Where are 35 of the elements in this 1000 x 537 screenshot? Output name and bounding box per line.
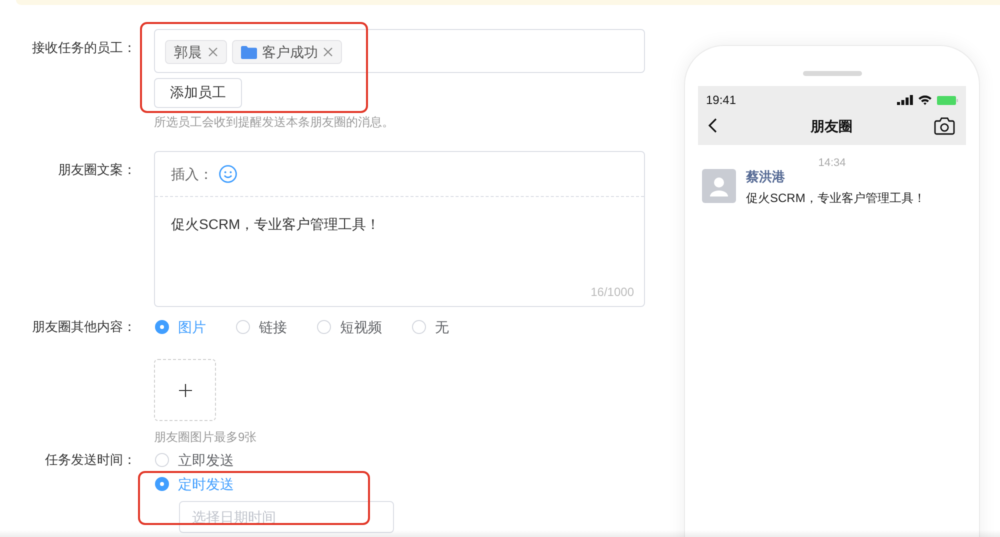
avatar-icon	[702, 169, 736, 203]
screen-title: 朋友圈	[810, 116, 852, 136]
post-text: 促火SCRM，专业客户管理工具！	[746, 190, 926, 206]
post-time: 14:34	[818, 157, 846, 170]
hint-text: 朋友圈图片最多9张	[154, 429, 257, 445]
field-label: 朋友圈文案：	[57, 161, 136, 179]
radio-option[interactable]: 链接	[236, 317, 287, 337]
battery-icon	[937, 96, 958, 104]
upload-tile[interactable]	[154, 359, 216, 421]
tag-text: 客户成功	[262, 43, 318, 62]
field-label: 接收任务的员工：	[31, 39, 136, 57]
author-name[interactable]: 蔡洪港	[746, 169, 785, 185]
insert-label: 插入：	[171, 165, 213, 184]
speaker-slot-icon	[802, 71, 862, 76]
radio-option[interactable]: 短视频	[317, 317, 382, 337]
add-employee-button[interactable]: 添加员工	[154, 78, 242, 108]
radio-option[interactable]: 无	[412, 317, 449, 337]
radio-option[interactable]: 立即发送	[155, 450, 234, 470]
char-counter: 16/1000	[590, 284, 635, 301]
plus-icon	[178, 384, 192, 396]
copy-text-field[interactable]: 促火SCRM，专业客户管理工具！	[155, 197, 644, 284]
folder-icon	[241, 46, 257, 58]
signal-icon	[897, 95, 913, 105]
field-label: 朋友圈其他内容：	[31, 318, 136, 336]
wifi-icon	[918, 95, 932, 105]
close-icon[interactable]	[323, 47, 333, 57]
status-time: 19:41	[706, 93, 736, 107]
tag-text: 郭晨	[174, 43, 202, 62]
camera-icon[interactable]	[934, 116, 955, 134]
emoji-icon[interactable]	[219, 165, 237, 183]
field-label: 任务发送时间：	[44, 451, 136, 469]
hint-text: 所选员工会收到提醒发送本条朋友圈的消息。	[154, 114, 394, 130]
employee-tag-field[interactable]: 郭晨 客户成功	[154, 29, 645, 73]
back-icon[interactable]	[708, 118, 717, 133]
close-icon[interactable]	[208, 47, 218, 57]
